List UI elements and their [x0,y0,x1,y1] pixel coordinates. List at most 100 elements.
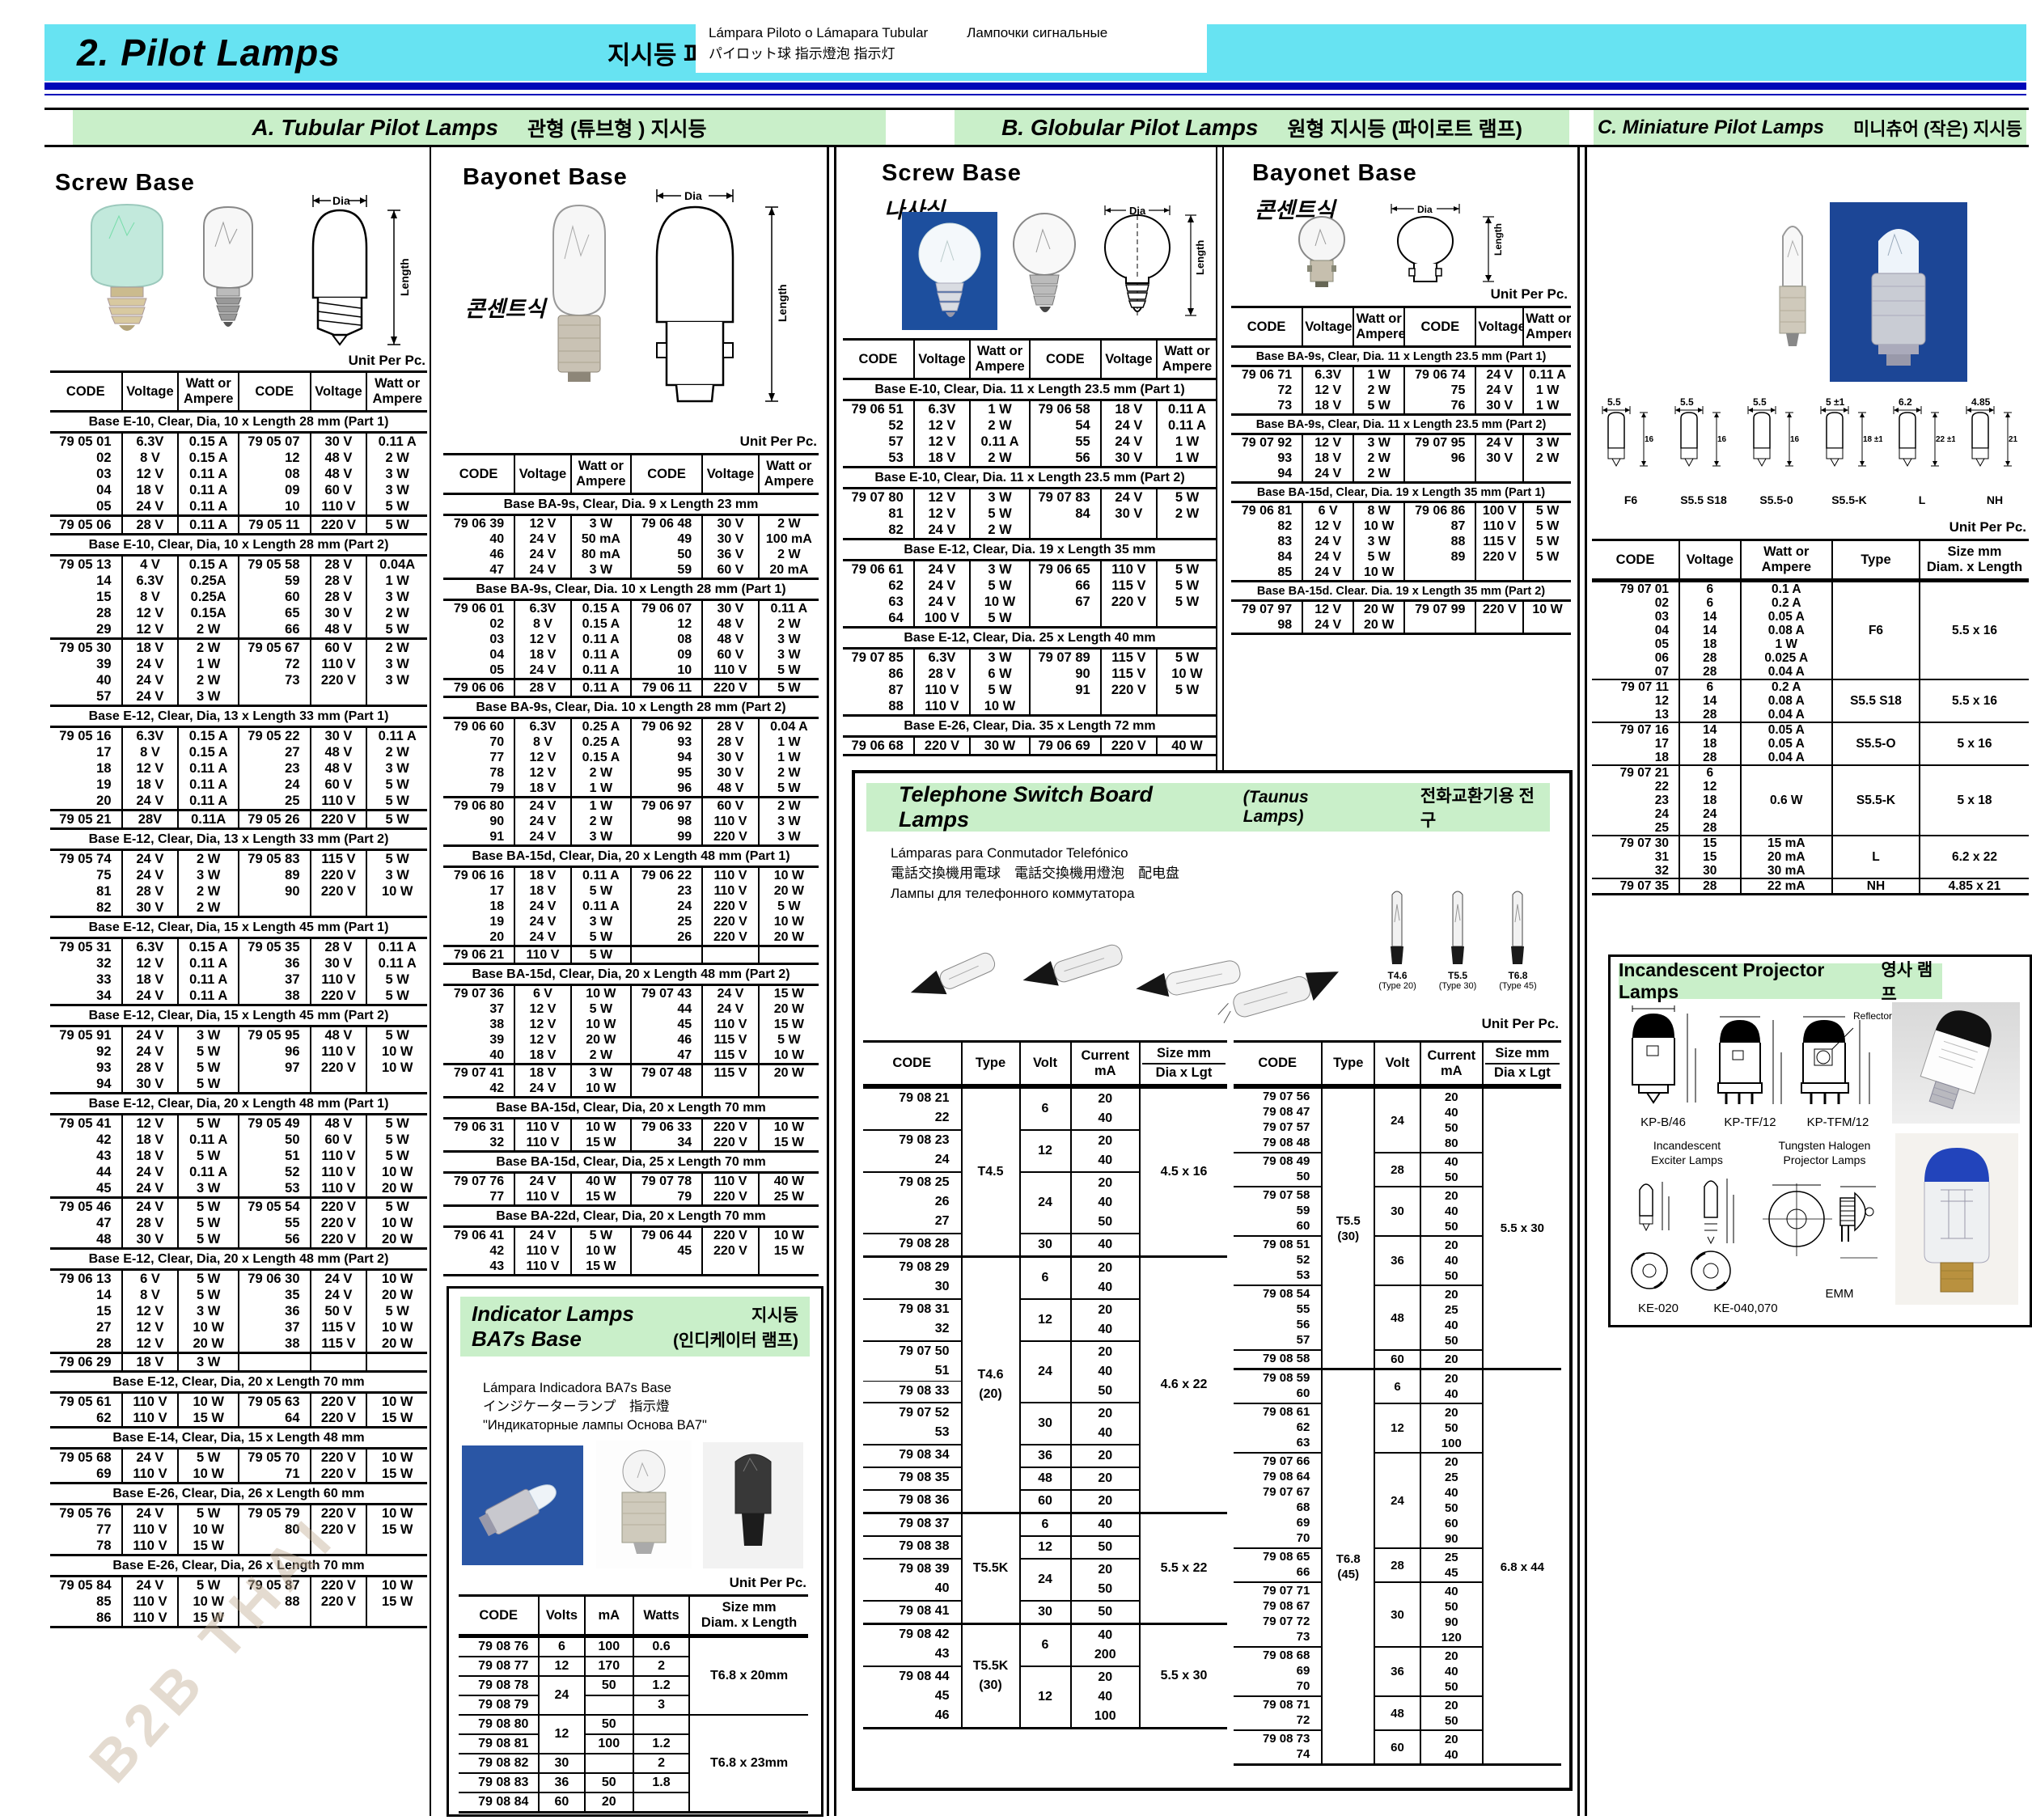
bayonet-globe-diagram: DiaLength [1367,202,1537,291]
table-subheading: Base E-10, Clear, Dia. 11 x Length 23.5 … [843,380,1217,401]
miniature-bulb-photo-blue [1830,202,1967,382]
table-row: 2024 V0.11 A25110 V5 W [50,793,427,811]
bayonet-bulb-diagram: DiaLength [624,184,817,434]
header-row: CODEVoltageWatt orAmpereCODEVoltageWatt … [50,372,427,412]
table-row: 79 08 37T5.5K6405.5 x 22 [863,1513,1227,1537]
table-row: 8424 V5 W89220 V5 W [1231,549,1571,565]
svg-text:5.5: 5.5 [1607,396,1621,408]
subtitle-cjk: パイロット球 指示燈泡 指示灯 [709,44,1194,65]
subtitle-spanish: Lámpara Piloto o Lámapara Tubular [709,23,928,44]
table-row: 79 06 816 V8 W79 06 86100 V5 W [1231,503,1571,518]
projector-lamps-box: Incandescent Projector Lamps 영사 램프 Refle… [1608,954,2032,1327]
table-row: 79 08 2930T4.6(20)620404.6 x 22 [863,1257,1227,1300]
subtitle-russian: Лампочки сигнальные [967,23,1107,44]
telephone-table-left: CODETypeVoltCurrentmASize mmDia x Lgt79 … [863,1040,1227,1729]
table-row: 9328 V5 W97220 V10 W [50,1060,427,1076]
label-emm: EMM [1803,1287,1876,1301]
table-row: 79 08 2122T4.5620404.5 x 16 [863,1088,1227,1131]
table-row: 5212 V2 W5424 V0.11 A [843,417,1217,434]
table-subheading: Base BA-9s, Clear, Dia. 10 x Length 28 m… [443,580,819,601]
label-ke040: KE-040,070 [1693,1302,1798,1315]
table-subheading: Base E-12, Clear, Dia, 20 x Length 48 mm… [50,1094,427,1115]
tubular-bulb-diagram: DiaLength [271,191,425,354]
table-row: 3812 V10 W45110 V15 W [443,1017,819,1032]
page-subtitle-box: Lámpara Piloto o Lámapara Tubular Лампоч… [696,15,1207,73]
table-row: 7712 V0.15 A9430 V1 W [443,750,819,765]
projector-title-korean: 영사 램프 [1881,957,1942,1005]
table-row: 5318 V2 W5630 V1 W [843,450,1217,468]
table-row: 79 06 136 V5 W79 06 3024 V10 W [50,1271,427,1287]
table-row: 79 06 21110 V5 W [443,947,819,964]
telephone-lamps-photo [892,911,1345,1034]
indicator-subtitle: BA7s Base [472,1327,582,1352]
table-row: 79 05 134 V0.15 A79 05 5828 V0.04A [50,557,427,573]
table-row: 4830 V5 W56220 V20 W [50,1231,427,1249]
indicator-title-band: Indicator Lamps 지시등 BA7s Base (인디케이터 램프) [460,1297,810,1357]
table-row: 7318 V5 W7630 V1 W [1231,398,1571,415]
miniature-bulb-diagram: 5.516F6 [1598,396,1664,506]
table-row: 79 07 0160.1 AF65.5 x 16 [1592,582,2029,596]
table-row: 7212 V2 W7524 V1 W [1231,383,1571,398]
telephone-lamp-figure: T4.6(Type 20) [1378,887,1416,992]
table-row: 79 06 3912 V3 W79 06 4830 V2 W [443,516,819,531]
table-row: 62110 V15 W64220 V15 W [50,1410,427,1428]
table-row: 9424 V2 W [1231,466,1571,483]
table-subheading: Base E-12, Clear, Dia, 20 x Length 48 mm… [50,1250,427,1271]
projector-diagram-kpb [1623,1004,1704,1113]
table-subheading: Base BA-22d, Clear, Dia, 20 x Length 70 … [443,1207,819,1228]
table-row: 178 V0.15 A2748 V2 W [50,744,427,760]
table-row: 148 V5 W3524 V20 W [50,1287,427,1303]
svg-text:16: 16 [1790,435,1800,444]
table-row: 79 06 2918 V3 W [50,1354,427,1372]
telephone-table-right: CODETypeVoltCurrentmASize mmDia x Lgt79 … [1234,1040,1561,1766]
table-row: 7918 V1 W9648 V5 W [443,781,819,798]
table-subheading: Base BA-15d. Clear. Dia. 19 x Length 35 … [1231,582,1571,602]
table-row: 1812 V0.11 A2348 V3 W [50,760,427,777]
header-rule-thick [44,83,2026,90]
projector-title-band: Incandescent Projector Lamps 영사 램프 [1619,963,1942,999]
divider-b-columns-2 [1222,147,1224,770]
table-row: 8212 V10 W87110 V5 W [1231,518,1571,534]
table-row: 79 05 166.3V0.15 A79 05 2230 V0.11 A [50,728,427,744]
exciter-caption: Incandescent Exciter Lamps [1628,1138,1746,1167]
header-row: CODEVoltageWatt orAmpereTypeSize mmDiam.… [1592,540,2029,580]
table-subheading: Base BA-9s, Clear, Dia. 11 x Length 23.5… [1231,348,1571,367]
table-row: 43110 V15 W [443,1259,819,1276]
divider-b-c-1 [1577,147,1580,1816]
table-row: 77110 V15 W79220 V25 W [443,1189,819,1206]
miniature-lamps-table: CODEVoltageWatt orAmpereTypeSize mmDiam.… [1592,539,2029,895]
table-row: 4724 V3 W5960 V20 mA [443,562,819,579]
table-row: 8230 V2 W [50,899,427,917]
svg-text:16: 16 [1717,435,1727,444]
section-b-title-korean: 원형 지시등 (파이로트 램프) [1287,113,1522,142]
table-subheading: Base BA-9s, Clear, Dia. 9 x Length 23 mm [443,495,819,516]
a-screw-unit-label: Unit Per Pc. [267,353,425,369]
projector-label-kptfm: KP-TFM/12 [1793,1115,1882,1129]
table-row: 79 05 3018 V2 W79 05 6760 V2 W [50,640,427,656]
table-row: 2712 V10 W37115 V10 W [50,1319,427,1335]
table-row: 64100 V5 W [843,610,1217,628]
divider-b-c-2 [1585,147,1587,1816]
table-row: 8524 V10 W [1231,565,1571,582]
table-row: 6324 V10 W67220 V5 W [843,594,1217,610]
telephone-lamps-box: Telephone Switch Board Lamps (Taunus Lam… [852,770,1573,1791]
table-row: 9224 V5 W96110 V10 W [50,1043,427,1060]
table-row: 79 05 4624 V5 W79 05 54220 V5 W [50,1199,427,1215]
table-row: 79 05 6824 V5 W79 05 70220 V10 W [50,1450,427,1466]
table-row: 79 05 4112 V5 W79 05 4948 V5 W [50,1115,427,1132]
tubular-bulb-photo-clear [193,202,264,348]
a-bayonet-heading: Bayonet Base [463,164,628,191]
table-row: 3712 V5 W4424 V20 W [443,1001,819,1017]
miniature-bulb-diagram: 5.516S5.5-0 [1743,396,1810,506]
table-row: 0418 V0.11 A0960 V3 W [50,482,427,498]
section-a-title: A. Tubular Pilot Lamps [252,115,498,141]
bayonet-bulb-photo [544,194,615,429]
table-row: 79 06 1618 V0.11 A79 06 22110 V10 W [443,868,819,883]
header-row: CODEVoltageWatt orAmpereCODEVoltageWatt … [843,340,1217,379]
table-subheading: Base E-12, Clear, Dia, 20 x Length 70 mm [50,1373,427,1394]
table-row: 0418 V0.11 A0960 V3 W [443,647,819,662]
indicator-lamps-table: CODEVoltsmAWattsSize mmDiam. x Length79 … [459,1594,808,1814]
a-screw-table: CODEVoltageWatt orAmpereCODEVoltageWatt … [50,370,427,1628]
telephone-lamp-types: T4.6(Type 20)T5.5(Type 30)T6.8(Type 45) [1357,887,1559,992]
exciter-lamp-diagrams [1627,1172,1756,1297]
